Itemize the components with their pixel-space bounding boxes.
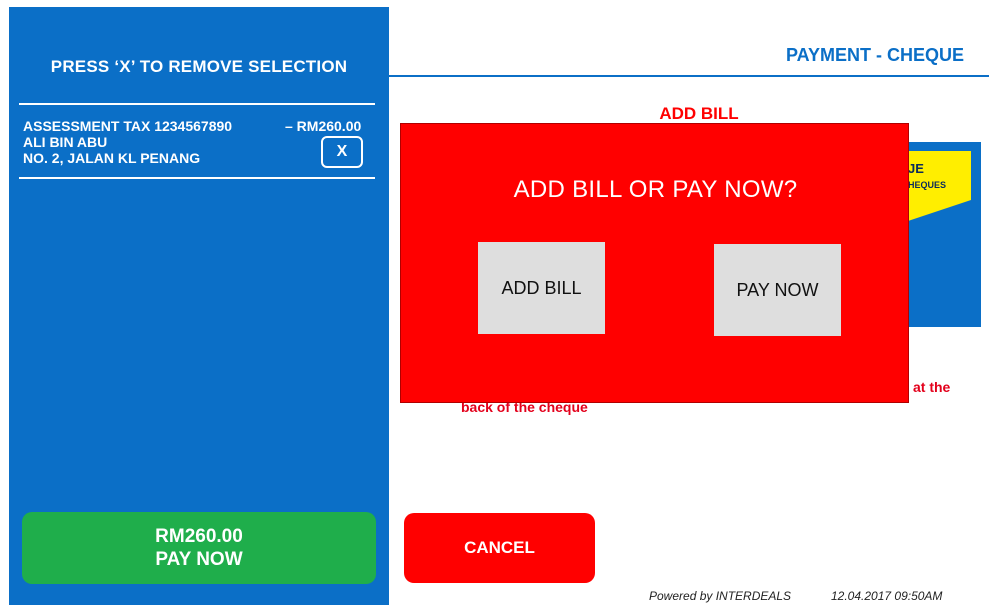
selection-panel: PRESS ‘X’ TO REMOVE SELECTION ASSESSMENT… xyxy=(9,7,389,605)
pay-amount: RM260.00 xyxy=(155,526,243,547)
dialog-add-bill-button[interactable]: ADD BILL xyxy=(478,242,605,334)
payer-address: NO. 2, JALAN KL PENANG xyxy=(23,150,201,166)
add-bill-heading: ADD BILL xyxy=(659,104,739,123)
datetime: 12.04.2017 09:50AM xyxy=(831,589,943,603)
add-bill-or-pay-dialog: ADD BILL OR PAY NOW? ADD BILL PAY NOW xyxy=(400,123,909,403)
page-title: PAYMENT - CHEQUE xyxy=(785,45,964,65)
dialog-pay-now-button[interactable]: PAY NOW xyxy=(714,244,841,336)
bill-description: ASSESSMENT TAX 1234567890 xyxy=(23,118,233,134)
divider xyxy=(19,177,375,179)
cheque-card-subtitle: HEQUES xyxy=(908,180,947,190)
kiosk-screen: PRESS ‘X’ TO REMOVE SELECTION ASSESSMENT… xyxy=(9,7,989,605)
bill-amount: – RM260.00 xyxy=(285,118,362,134)
divider xyxy=(19,103,375,105)
title-rule xyxy=(389,75,989,77)
powered-by: Powered by INTERDEALS xyxy=(649,589,792,603)
pay-now-label: PAY NOW xyxy=(155,549,243,570)
remove-bill-button[interactable]: X xyxy=(321,136,363,168)
cancel-button[interactable]: CANCEL xyxy=(404,513,595,583)
cheque-card-title: JE xyxy=(908,161,924,176)
dialog-title: ADD BILL OR PAY NOW? xyxy=(513,176,798,203)
remove-instruction: PRESS ‘X’ TO REMOVE SELECTION xyxy=(50,57,348,76)
payer-name: ALI BIN ABU xyxy=(23,134,108,150)
cheque-instruction-right: at the xyxy=(913,379,951,395)
pay-now-button[interactable]: RM260.00 PAY NOW xyxy=(22,512,376,584)
